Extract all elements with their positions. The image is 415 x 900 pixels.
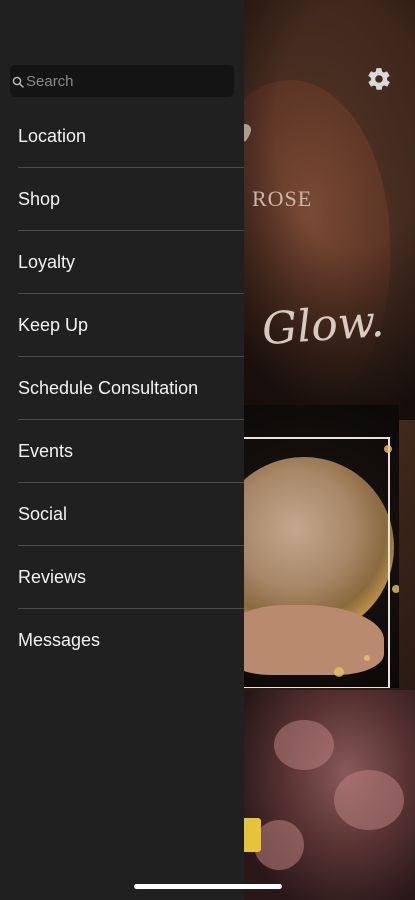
cta-button[interactable] (244, 818, 261, 852)
hero-tagline: Glow. (260, 295, 386, 356)
home-indicator[interactable] (134, 884, 282, 889)
menu-item-location[interactable]: Location (18, 105, 244, 168)
menu-item-reviews[interactable]: Reviews (18, 546, 244, 609)
gear-icon[interactable] (366, 66, 392, 92)
menu-item-keep-up[interactable]: Keep Up (18, 294, 244, 357)
search-icon (12, 75, 24, 88)
menu-item-messages[interactable]: Messages (18, 609, 244, 671)
menu-item-social[interactable]: Social (18, 483, 244, 546)
lower-banner-photo (244, 690, 415, 900)
menu-item-events[interactable]: Events (18, 420, 244, 483)
drawer-menu: Location Shop Loyalty Keep Up Schedule C… (18, 105, 244, 671)
product-photo[interactable] (244, 405, 399, 688)
photo-frame (244, 437, 390, 688)
menu-item-schedule-consultation[interactable]: Schedule Consultation (18, 357, 244, 420)
brand-logo-text: ROSE (252, 186, 313, 211)
search-input[interactable] (26, 72, 216, 90)
menu-item-shop[interactable]: Shop (18, 168, 244, 231)
side-drawer: Location Shop Loyalty Keep Up Schedule C… (0, 0, 244, 900)
menu-item-loyalty[interactable]: Loyalty (18, 231, 244, 294)
search-bar[interactable] (10, 65, 234, 97)
